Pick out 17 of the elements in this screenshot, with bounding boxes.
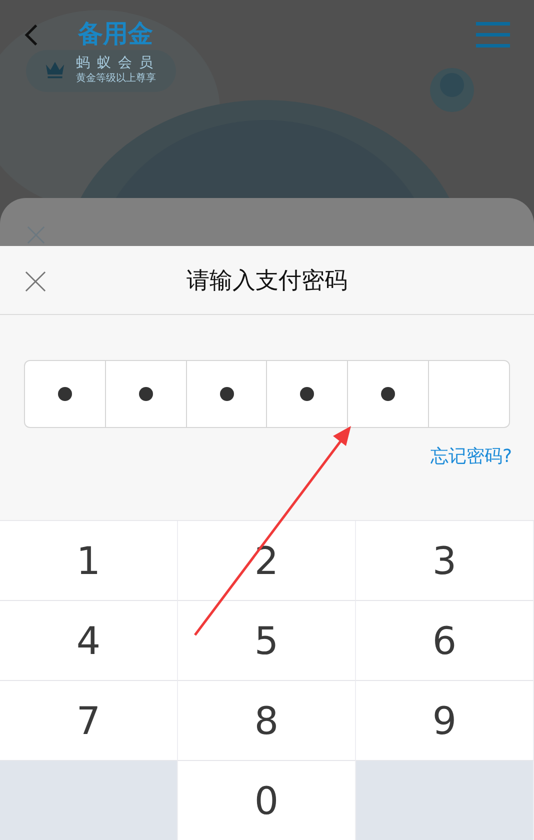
badge-subtitle: 黄金等级以上尊享 [76, 72, 157, 86]
keypad-key[interactable]: 8 [178, 681, 356, 761]
close-icon[interactable] [25, 271, 46, 292]
crown-icon [44, 60, 66, 80]
page-title: 备用金 [78, 18, 154, 50]
password-field[interactable] [24, 360, 510, 428]
keypad-key[interactable]: 7 [0, 681, 178, 761]
keypad-key[interactable]: 0 [178, 761, 356, 840]
dialog-title: 请输入支付密码 [186, 266, 348, 296]
keypad-key[interactable]: 6 [356, 601, 534, 681]
keypad-key[interactable]: 3 [356, 521, 534, 601]
badge-title: 蚂蚁会员 [76, 54, 160, 72]
keypad-key[interactable]: 4 [0, 601, 178, 681]
keypad-key[interactable]: 5 [178, 601, 356, 681]
keypad-key[interactable]: 9 [356, 681, 534, 761]
back-icon[interactable] [24, 23, 38, 47]
keypad-key[interactable]: 1 [0, 521, 178, 601]
